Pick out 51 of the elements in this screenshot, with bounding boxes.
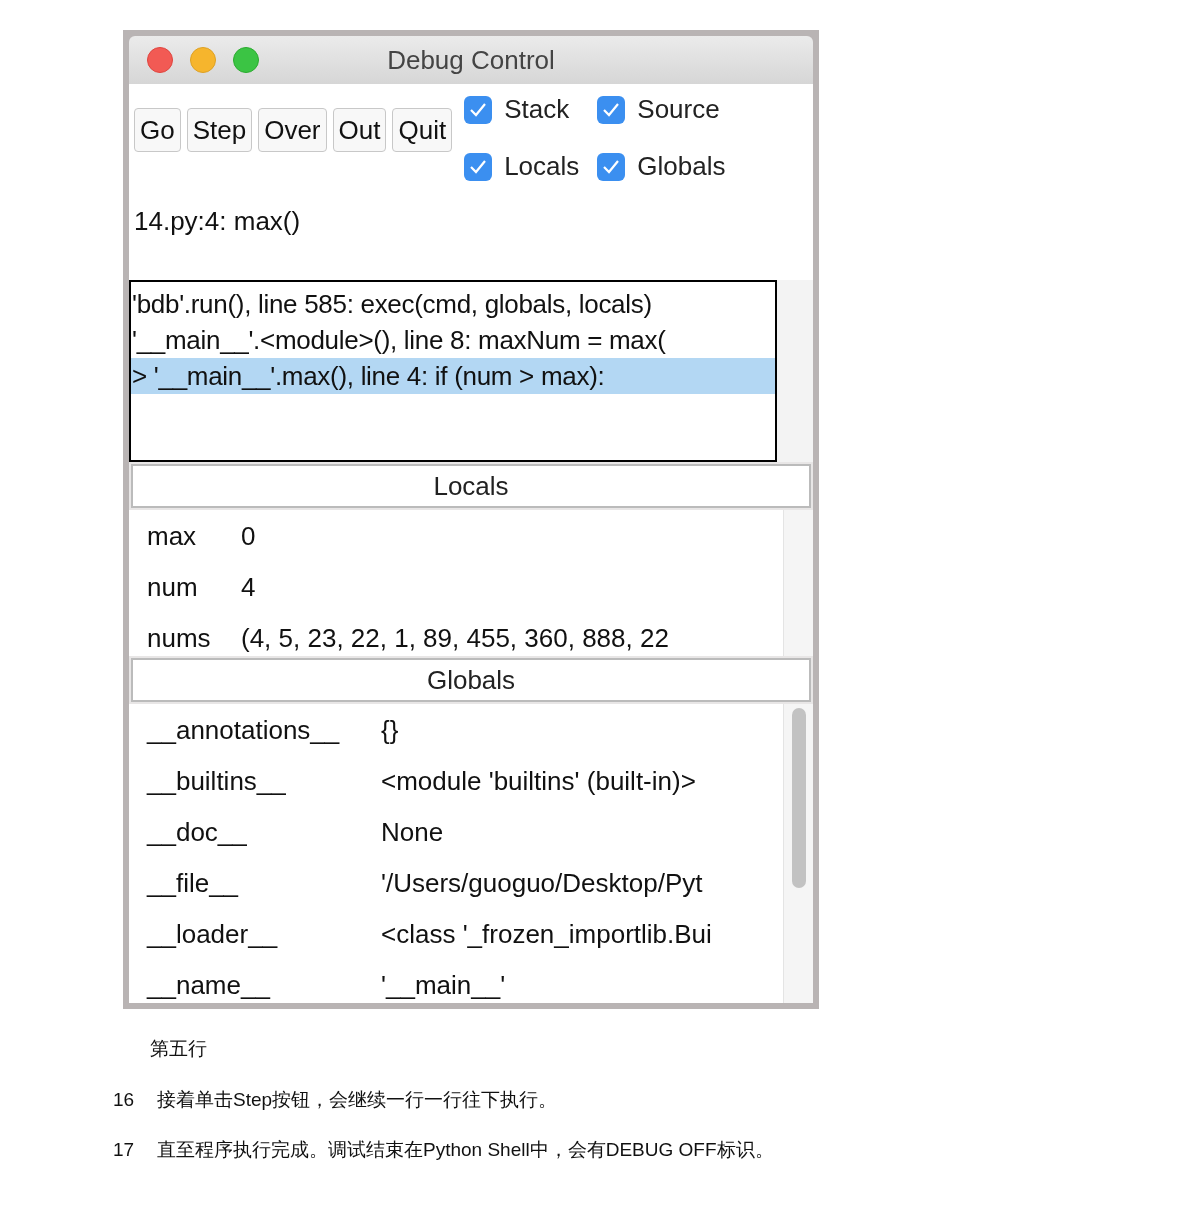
stack-entry[interactable]: > '__main__'.max(), line 4: if (num > max):	[131, 358, 775, 394]
step-number: 16	[113, 1087, 136, 1112]
checkmark-icon	[469, 158, 488, 175]
checkbox[interactable]	[464, 95, 493, 124]
panel-header: Globals	[131, 658, 811, 702]
close-icon[interactable]	[147, 47, 173, 73]
variable-value: 0	[241, 519, 256, 553]
toolbar-button[interactable]: Out	[332, 108, 387, 152]
variable-name: __annotations__	[147, 713, 341, 747]
variable-value: '/Users/guoguo/Desktop/Pyt	[381, 866, 703, 900]
variable-value: {}	[381, 713, 399, 747]
checkbox[interactable]	[464, 152, 493, 181]
maximize-icon[interactable]	[233, 47, 259, 73]
checkbox-label: Globals	[637, 150, 726, 183]
checkbox-label: Source	[637, 93, 720, 126]
panel-header: Locals	[131, 464, 811, 508]
status-text: 14.py:4: max()	[133, 205, 302, 238]
window-title: Debug Control	[387, 43, 555, 77]
variable-name: max	[147, 519, 198, 553]
variable-name: __file__	[147, 866, 240, 900]
checkmark-icon	[602, 101, 621, 118]
checkbox-label: Stack	[504, 93, 570, 126]
variable-name: __builtins__	[147, 764, 287, 798]
variable-value: '__main__'	[381, 968, 506, 1002]
step-text: 直至程序执行完成。调试结束在Python Shell中，会有DEBUG OFF标识。	[157, 1138, 774, 1162]
toolbar-button[interactable]: Go	[134, 108, 181, 152]
toolbar-button[interactable]: Step	[186, 108, 253, 152]
step-text: 接着单击Step按钮，会继续一行一行往下执行。	[157, 1087, 558, 1112]
stack-entry[interactable]: 'bdb'.run(), line 585: exec(cmd, globals, locals)	[131, 286, 775, 322]
minimize-icon[interactable]	[190, 47, 216, 73]
checkmark-icon	[469, 101, 488, 118]
toolbar-button[interactable]: Over	[258, 108, 327, 152]
variable-value: None	[381, 815, 444, 849]
variable-name: num	[147, 570, 199, 604]
checkbox-label: Locals	[504, 150, 580, 183]
variable-value: <class '_frozen_importlib.Bui	[381, 917, 712, 951]
figure-caption: 第五行	[150, 1037, 208, 1061]
toolbar-button[interactable]: Quit	[392, 108, 453, 152]
variable-name: __name__	[147, 968, 272, 1002]
step-number: 17	[113, 1138, 136, 1162]
variable-name: nums	[147, 621, 212, 655]
variable-value: <module 'builtins' (built-in)>	[381, 764, 696, 798]
variable-value: 4	[241, 570, 256, 604]
checkbox[interactable]	[597, 152, 626, 181]
variable-name: __doc__	[147, 815, 248, 849]
checkmark-icon	[602, 158, 621, 175]
stack-entry[interactable]: '__main__'.<module>(), line 8: maxNum = max(	[131, 322, 775, 358]
variable-value: (4, 5, 23, 22, 1, 89, 455, 360, 888, 22	[241, 621, 669, 655]
scrollbar-thumb[interactable]	[791, 708, 806, 888]
variable-name: __loader__	[147, 917, 279, 951]
checkbox[interactable]	[597, 95, 626, 124]
